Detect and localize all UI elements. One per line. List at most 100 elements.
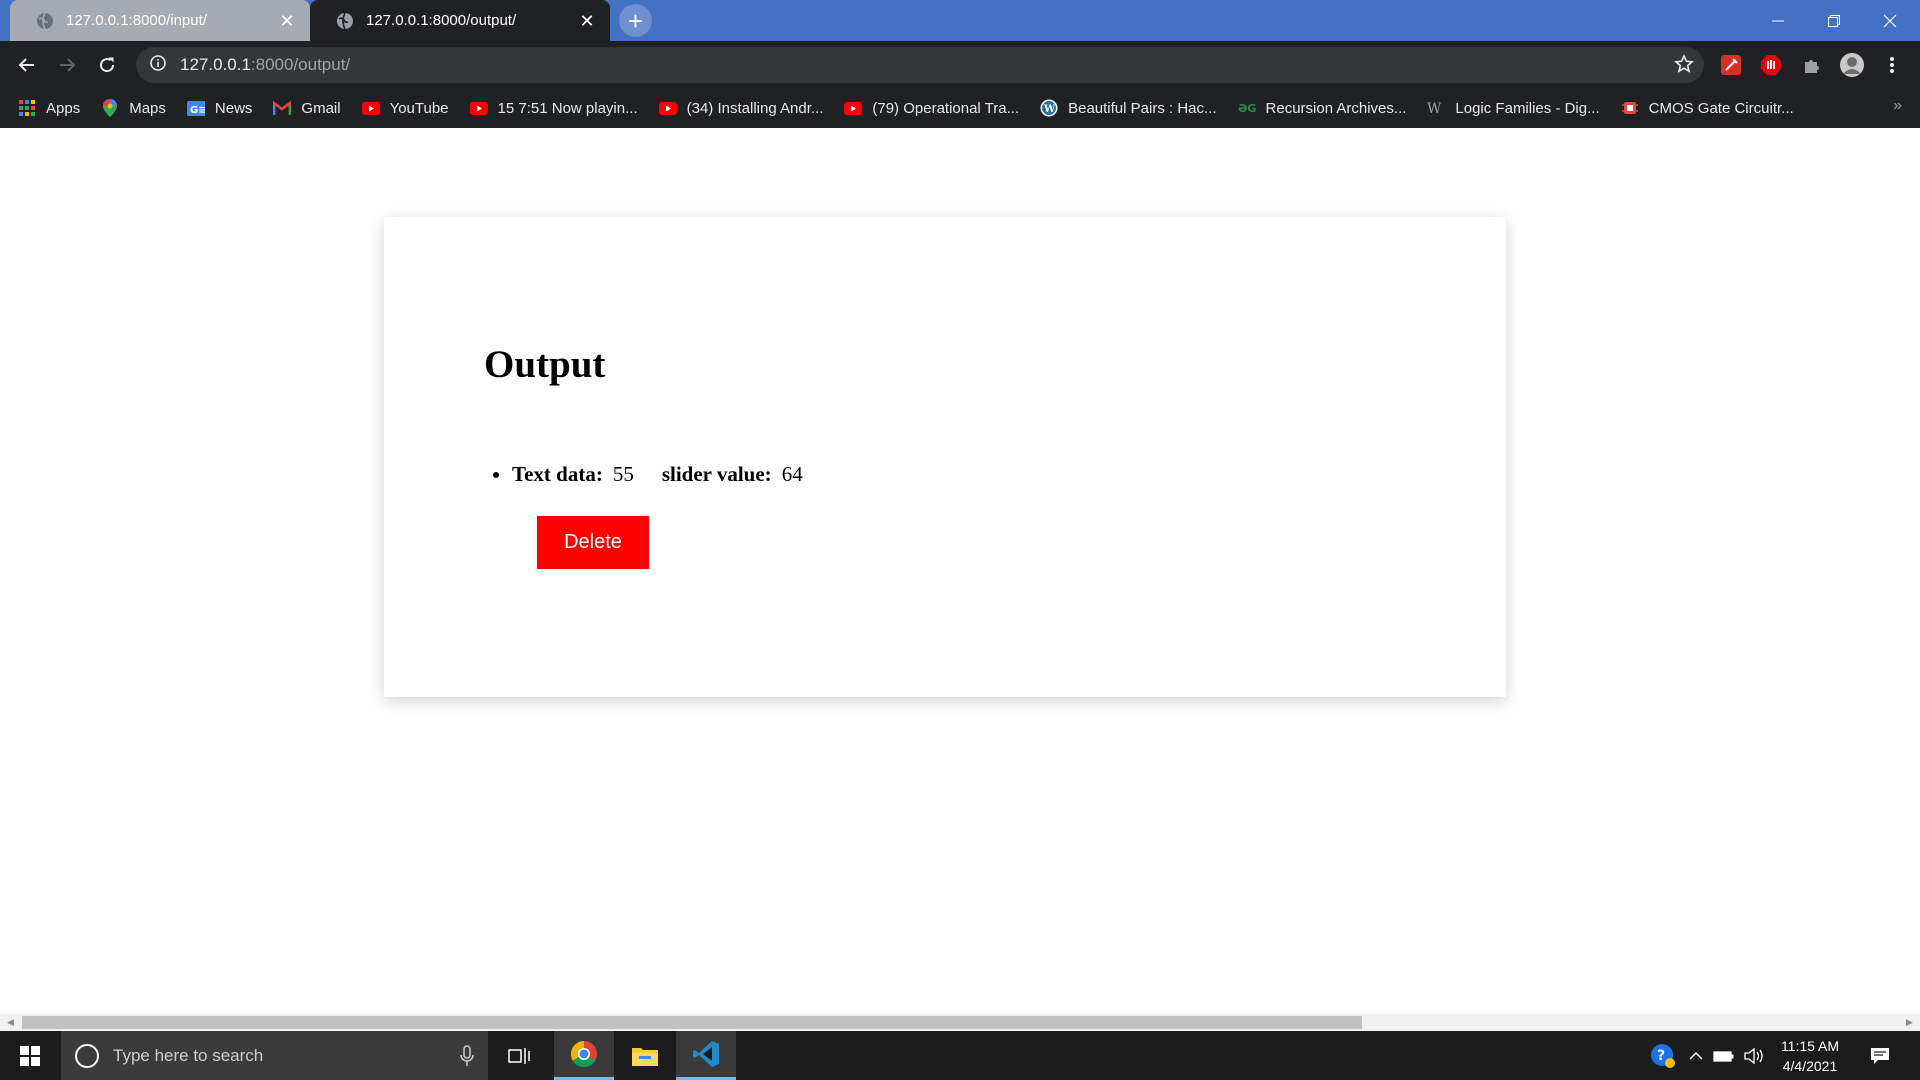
- delete-button[interactable]: Delete: [537, 516, 649, 569]
- bookmark-gmail[interactable]: Gmail: [273, 99, 341, 117]
- tray-chevron-up-icon[interactable]: [1684, 1031, 1708, 1080]
- vscode-icon[interactable]: [676, 1031, 736, 1080]
- bookmark-label: Logic Families - Dig...: [1455, 99, 1600, 117]
- slider-value-label: slider value:: [661, 462, 772, 486]
- gmail-icon: [273, 99, 292, 117]
- bookmark-label: Gmail: [301, 99, 341, 117]
- chrome-icon[interactable]: [554, 1031, 614, 1080]
- bookmark-label: Recursion Archives...: [1265, 99, 1407, 117]
- youtube-icon: [469, 99, 488, 117]
- bookmark-maps[interactable]: Maps: [101, 99, 166, 117]
- google-news-icon: G≡: [186, 99, 205, 117]
- bookmark-label: CMOS Gate Circuitr...: [1648, 99, 1794, 117]
- kebab-menu-icon[interactable]: [1878, 51, 1906, 79]
- bookmark-label: Apps: [46, 99, 81, 117]
- bookmark-label: Maps: [129, 99, 166, 117]
- extensions-puzzle-icon[interactable]: [1798, 51, 1826, 79]
- tab-input[interactable]: 127.0.0.1:8000/input/ ✕: [10, 0, 310, 41]
- apps-grid-icon: [18, 99, 36, 117]
- tab-title: 127.0.0.1:8000/input/: [66, 12, 207, 29]
- address-bar[interactable]: 127.0.0.1:8000/output/: [136, 47, 1704, 83]
- tab-close-icon[interactable]: ✕: [578, 12, 596, 30]
- bookmark-apps[interactable]: Apps: [18, 99, 80, 117]
- bookmark-now-playing[interactable]: 15 7:51 Now playin...: [469, 99, 638, 117]
- tab-title: 127.0.0.1:8000/output/: [366, 12, 517, 29]
- scrollbar-thumb[interactable]: [22, 1016, 1362, 1029]
- text-data-label: Text data:: [512, 462, 603, 486]
- bookmark-label: 15 7:51 Now playin...: [497, 99, 638, 117]
- bookmark-installing-android[interactable]: (34) Installing Andr...: [658, 99, 824, 117]
- forward-arrow-icon[interactable]: [50, 48, 84, 82]
- volume-icon[interactable]: [1740, 1031, 1768, 1080]
- task-view-icon[interactable]: [490, 1031, 550, 1080]
- bookmark-star-icon[interactable]: [1674, 54, 1694, 79]
- tab-close-icon[interactable]: ✕: [278, 12, 296, 30]
- clock-date: 4/4/2021: [1782, 1058, 1838, 1074]
- bookmarks-bar: Apps Maps G≡ News Gmail YouTube 15 7:51 …: [0, 88, 1920, 128]
- bookmark-label: News: [214, 99, 253, 117]
- more-bookmarks-chevron-icon[interactable]: »: [1893, 97, 1902, 115]
- bookmark-label: Beautiful Pairs : Hac...: [1068, 99, 1217, 117]
- file-explorer-icon[interactable]: [615, 1031, 675, 1080]
- bookmark-logic-families[interactable]: W Logic Families - Dig...: [1427, 99, 1599, 117]
- taskbar-clock[interactable]: 11:15 AM 4/4/2021: [1770, 1036, 1850, 1076]
- output-card: Output Text data: 55 slider value: 64 Delet…: [384, 217, 1506, 697]
- globe-icon: [36, 12, 54, 30]
- restore-icon[interactable]: [1806, 0, 1862, 41]
- svg-text:G≡: G≡: [190, 105, 205, 116]
- cortana-circle-icon: [75, 1043, 99, 1068]
- youtube-icon: [658, 99, 677, 117]
- svg-text:W: W: [1427, 101, 1442, 115]
- bookmark-news[interactable]: G≡ News: [186, 99, 253, 117]
- back-arrow-icon[interactable]: [10, 48, 44, 82]
- bookmark-label: YouTube: [389, 99, 449, 117]
- close-window-icon[interactable]: [1862, 0, 1918, 41]
- action-center-icon[interactable]: [1860, 1031, 1900, 1080]
- tab-strip: 127.0.0.1:8000/input/ ✕ 127.0.0.1:8000/o…: [0, 0, 1920, 41]
- url-host: 127.0.0.1: [180, 55, 251, 74]
- slider-value: 64: [781, 462, 803, 486]
- site-info-icon[interactable]: [150, 54, 166, 76]
- youtube-icon: [361, 99, 380, 117]
- scroll-right-arrow-icon[interactable]: ▶: [1901, 1014, 1918, 1031]
- url-path: :8000/output/: [250, 55, 351, 74]
- text-data-value: 55: [612, 462, 634, 486]
- chip-icon: [1621, 99, 1639, 117]
- bookmark-beautiful-pairs[interactable]: W Beautiful Pairs : Hac...: [1040, 99, 1217, 117]
- new-tab-plus-icon[interactable]: +: [619, 4, 652, 37]
- tab-output[interactable]: 127.0.0.1:8000/output/ ✕: [310, 0, 610, 41]
- bookmark-recursion-archives[interactable]: ƏG Recursion Archives...: [1238, 99, 1407, 117]
- geeksforgeeks-icon: ƏG: [1238, 99, 1256, 117]
- svg-text:W: W: [1043, 104, 1056, 115]
- adblock-extension-icon[interactable]: [1757, 51, 1785, 79]
- bookmark-cmos-gate[interactable]: CMOS Gate Circuitr...: [1621, 99, 1794, 117]
- bookmark-label: (34) Installing Andr...: [686, 99, 824, 117]
- reload-icon[interactable]: [90, 48, 124, 82]
- clock-time: 11:15 AM: [1780, 1038, 1840, 1054]
- bookmark-label: (79) Operational Tra...: [872, 99, 1020, 117]
- taskbar-search-box[interactable]: Type here to search: [61, 1031, 488, 1080]
- color-picker-extension-icon[interactable]: [1717, 51, 1745, 79]
- w-logo-icon: W: [1427, 99, 1445, 117]
- svg-text:?: ?: [1657, 1048, 1665, 1064]
- help-question-icon[interactable]: ?: [1645, 1031, 1681, 1080]
- bookmark-operational-tra[interactable]: (79) Operational Tra...: [844, 99, 1019, 117]
- windows-start-icon[interactable]: [0, 1031, 60, 1080]
- horizontal-scrollbar[interactable]: ◀ ▶: [0, 1014, 1920, 1031]
- search-placeholder: Type here to search: [113, 1045, 264, 1065]
- output-list: Text data: 55 slider value: 64: [512, 462, 803, 487]
- minimize-icon[interactable]: [1750, 0, 1806, 41]
- maps-pin-icon: [101, 99, 119, 117]
- browser-toolbar: 127.0.0.1:8000/output/: [0, 41, 1920, 88]
- list-item: Text data: 55 slider value: 64: [512, 462, 803, 487]
- page-title: Output: [484, 343, 606, 386]
- battery-icon[interactable]: [1710, 1031, 1738, 1080]
- wordpress-icon: W: [1040, 99, 1058, 117]
- bookmark-youtube[interactable]: YouTube: [361, 99, 449, 117]
- svg-text:ƏG: ƏG: [1238, 102, 1256, 114]
- profile-avatar[interactable]: [1838, 51, 1866, 79]
- scroll-left-arrow-icon[interactable]: ◀: [2, 1014, 19, 1031]
- microphone-icon[interactable]: [460, 1045, 474, 1072]
- globe-icon: [336, 12, 354, 30]
- windows-taskbar: Type here to search ? 11:15 AM 4/4/2021: [0, 1031, 1920, 1080]
